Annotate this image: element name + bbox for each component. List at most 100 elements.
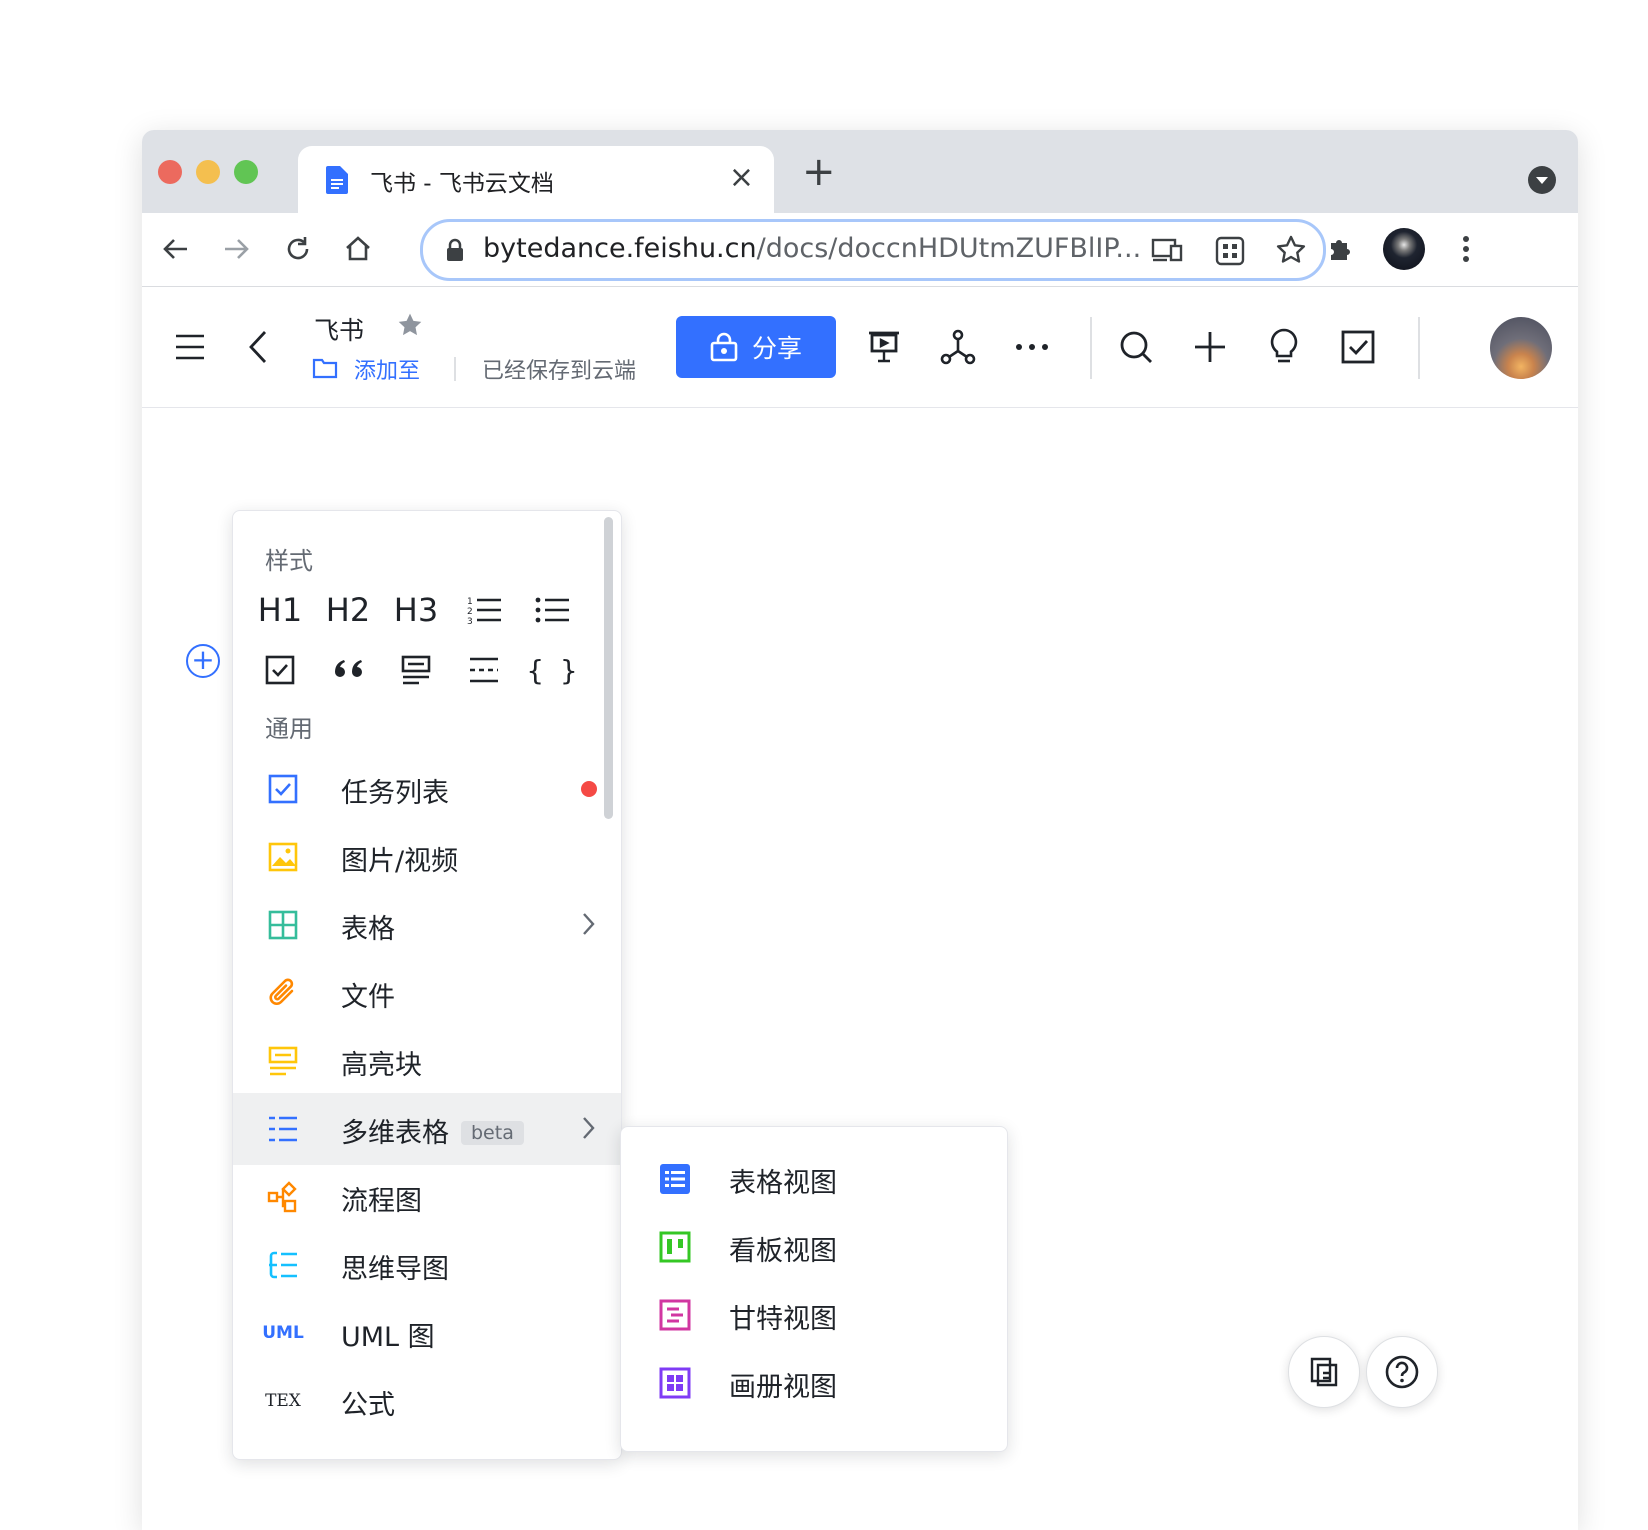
menu-item-highlight-block[interactable]: 高亮块	[233, 1025, 621, 1097]
code-braces-icon: { }	[526, 653, 578, 687]
heading-1-button[interactable]: H1	[251, 585, 309, 635]
bullet-list-icon	[535, 597, 569, 623]
submenu-item-grid-view[interactable]: 表格视图	[621, 1143, 1007, 1215]
cast-icon[interactable]	[1151, 236, 1183, 264]
url-path: /docs/doccnHDUtmZUFBlIP...	[756, 233, 1142, 264]
submenu-item-kanban-view[interactable]: 看板视图	[621, 1211, 1007, 1283]
menu-item-file[interactable]: 文件	[233, 957, 621, 1029]
highlight-block-icon	[263, 1041, 303, 1081]
bookmark-star-icon[interactable]	[1275, 234, 1307, 266]
present-button[interactable]	[858, 321, 910, 373]
callout-style-button[interactable]	[387, 645, 445, 695]
callout-icon	[401, 655, 431, 685]
mindmap-icon	[263, 1245, 303, 1285]
extensions-button[interactable]	[1318, 227, 1362, 271]
minimize-window-button[interactable]	[196, 160, 220, 184]
uml-icon: UML	[262, 1323, 304, 1343]
ordered-list-button[interactable]: 123	[455, 585, 513, 635]
heading-2-button[interactable]: H2	[319, 585, 377, 635]
browser-toolbar: bytedance.feishu.cn/docs/doccnHDUtmZUFBl…	[142, 213, 1578, 287]
checkbox-style-button[interactable]	[251, 645, 309, 695]
arrow-right-icon	[225, 239, 249, 259]
menu-item-image-video[interactable]: 图片/视频	[233, 821, 621, 893]
chevron-right-icon	[583, 913, 595, 935]
submenu-item-gantt-view[interactable]: 甘特视图	[621, 1279, 1007, 1351]
divider	[1418, 317, 1420, 379]
plus-icon	[1195, 332, 1225, 362]
home-button[interactable]	[336, 227, 380, 271]
profile-button[interactable]	[1382, 227, 1426, 271]
sidebar-toggle-button[interactable]	[164, 321, 216, 373]
lightbulb-icon	[1270, 328, 1298, 363]
share-label: 分享	[751, 334, 802, 363]
network-icon	[940, 329, 976, 365]
doc-title[interactable]: 飞书	[314, 311, 364, 347]
reload-icon	[287, 237, 309, 260]
tab-search-button[interactable]	[1528, 166, 1556, 194]
code-block-button[interactable]: { }	[523, 645, 581, 695]
comment-doc-icon	[1310, 1357, 1338, 1387]
forward-button[interactable]	[214, 227, 258, 271]
menu-item-mindmap[interactable]: 思维导图	[233, 1229, 621, 1301]
menu-item-formula[interactable]: TEX 公式	[233, 1365, 621, 1437]
menu-item-task-list[interactable]: 任务列表	[233, 753, 621, 825]
menu-item-flowchart[interactable]: 流程图	[233, 1161, 621, 1233]
org-chart-button[interactable]	[932, 321, 984, 373]
general-section-title: 通用	[265, 715, 313, 743]
grid-view-icon	[660, 1164, 690, 1194]
back-button[interactable]	[154, 227, 198, 271]
more-options-button[interactable]	[1006, 321, 1058, 373]
search-icon	[1120, 331, 1152, 363]
quote-button[interactable]	[319, 645, 377, 695]
arrow-left-icon	[163, 239, 187, 259]
back-to-list-button[interactable]	[232, 321, 284, 373]
more-horizontal-icon	[1016, 344, 1048, 350]
tasks-button[interactable]	[1332, 321, 1384, 373]
tex-icon: TEX	[265, 1391, 301, 1411]
kanban-view-icon	[659, 1231, 691, 1263]
close-window-button[interactable]	[158, 160, 182, 184]
user-avatar[interactable]	[1490, 317, 1552, 379]
profile-avatar	[1383, 228, 1425, 270]
menu-item-table[interactable]: 表格	[233, 889, 621, 961]
menu-item-bitable[interactable]: 多维表格 beta	[233, 1093, 621, 1165]
divider-button[interactable]	[455, 645, 513, 695]
search-button[interactable]	[1110, 321, 1162, 373]
save-status: 已经保存到云端	[482, 359, 637, 384]
tips-button[interactable]	[1258, 321, 1310, 373]
qr-code-icon[interactable]	[1215, 236, 1245, 266]
active-tab[interactable]: 飞书 - 飞书云文档 ×	[298, 146, 774, 213]
svg-text:1: 1	[467, 597, 473, 607]
submenu-item-gallery-view[interactable]: 画册视图	[621, 1347, 1007, 1419]
bitable-icon	[263, 1109, 303, 1149]
bullet-list-button[interactable]	[523, 585, 581, 635]
quote-icon	[335, 660, 362, 677]
paperclip-icon	[263, 973, 303, 1013]
new-tab-button[interactable]: +	[802, 152, 836, 192]
create-button[interactable]	[1184, 321, 1236, 373]
bitable-view-submenu: 表格视图 看板视图 甘特视图 画册视图	[620, 1126, 1008, 1452]
menu-item-uml[interactable]: UML UML 图	[233, 1297, 621, 1369]
insert-block-button[interactable]: +	[186, 644, 220, 678]
reload-button[interactable]	[276, 227, 320, 271]
tab-strip: 飞书 - 飞书云文档 × +	[142, 130, 1578, 213]
add-to-link[interactable]: 添加至	[354, 353, 420, 385]
new-feature-dot	[581, 781, 597, 797]
share-button[interactable]: 分享	[676, 316, 836, 378]
favorite-star-icon[interactable]	[396, 311, 424, 339]
address-bar[interactable]: bytedance.feishu.cn/docs/doccnHDUtmZUFBl…	[420, 219, 1326, 281]
more-vertical-icon	[1463, 236, 1469, 262]
heading-3-button[interactable]: H3	[387, 585, 445, 635]
tab-close-icon[interactable]: ×	[729, 160, 754, 196]
svg-text:3: 3	[467, 617, 473, 625]
table-icon	[263, 905, 303, 945]
help-button[interactable]	[1366, 1336, 1438, 1408]
zoom-window-button[interactable]	[234, 160, 258, 184]
comments-button[interactable]	[1288, 1336, 1360, 1408]
image-video-icon	[263, 837, 303, 877]
lock-share-icon	[710, 332, 738, 362]
checkbox-icon	[1341, 330, 1375, 364]
puzzle-icon	[1331, 240, 1350, 260]
browser-menu-button[interactable]	[1444, 227, 1488, 271]
hamburger-menu-icon	[176, 334, 204, 360]
